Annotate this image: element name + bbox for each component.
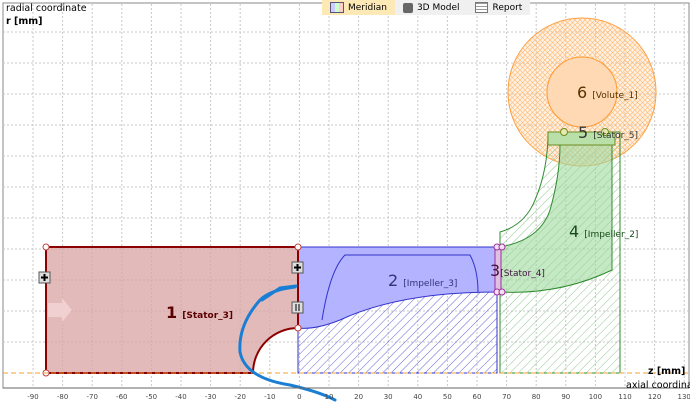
x-tick-label: 20 <box>354 393 364 401</box>
tab-report[interactable]: Report <box>467 0 530 15</box>
tab-3d-model[interactable]: 3D Model <box>395 0 468 15</box>
x-axis-unit: z [mm] <box>648 366 686 377</box>
component-label-6: 6 [Volute_1] <box>577 83 638 102</box>
x-tick-label: 10 <box>324 393 334 401</box>
x-tick-label: -40 <box>175 393 187 401</box>
x-tick-label: -20 <box>234 393 246 401</box>
x-tick-label: 50 <box>442 393 452 401</box>
x-tick-label: -70 <box>86 393 98 401</box>
x-tick-label: -90 <box>27 393 39 401</box>
tab-meridian[interactable]: Meridian <box>322 0 395 15</box>
swap-icon[interactable] <box>291 301 304 314</box>
component-label-3: 3[Stator_4] <box>490 261 545 280</box>
x-tick-label: -80 <box>56 393 69 401</box>
meridian-plot[interactable] <box>0 0 690 402</box>
x-tick-label: 100 <box>588 393 603 401</box>
x-axis-label: axial coordinate <box>626 380 690 391</box>
x-tick-label: 0 <box>297 393 302 401</box>
component-label-5: 5 [Stator_5] <box>578 123 639 142</box>
x-tick-label: -50 <box>145 393 158 401</box>
x-tick-label: 30 <box>383 393 393 401</box>
component-label-2: 2 [Impeller_3] <box>388 271 458 290</box>
cube-icon <box>402 2 413 13</box>
view-toolbar: Meridian 3D Model Report <box>322 0 531 15</box>
impeller-3[interactable] <box>297 246 498 374</box>
x-tick-label: 40 <box>413 393 423 401</box>
x-tick-label: 80 <box>531 393 541 401</box>
impeller-2[interactable] <box>499 131 621 374</box>
component-label-1: 1 [Stator_3] <box>166 303 234 322</box>
x-tick-label: 120 <box>647 393 662 401</box>
x-tick-label: 70 <box>502 393 512 401</box>
add-point-icon[interactable] <box>291 261 304 274</box>
x-tick-label: -60 <box>116 393 128 401</box>
x-tick-label: 90 <box>561 393 571 401</box>
x-tick-label: 60 <box>472 393 482 401</box>
x-tick-label: -30 <box>204 393 217 401</box>
add-point-icon[interactable] <box>38 271 51 284</box>
meridian-icon <box>330 2 344 13</box>
table-icon <box>475 2 489 13</box>
component-label-4: 4 [Impeller_2] <box>569 222 639 241</box>
x-tick-label: 130 <box>677 393 690 401</box>
x-tick-label: 110 <box>618 393 632 401</box>
y-axis-label: radial coordinate <box>6 3 87 14</box>
x-tick-label: -10 <box>264 393 276 401</box>
y-axis-unit: r [mm] <box>6 16 43 27</box>
